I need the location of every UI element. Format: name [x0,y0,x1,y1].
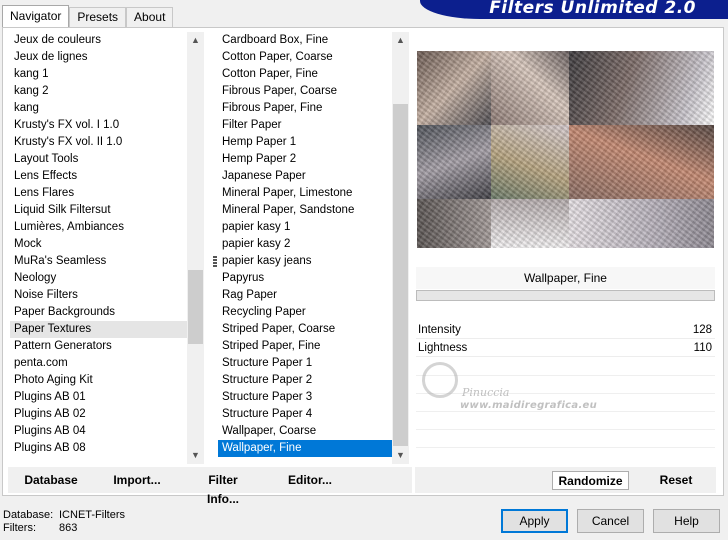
intensity-slider[interactable]: Intensity 128 [416,321,715,339]
list-item[interactable]: Fibrous Paper, Fine [218,100,392,117]
list-item[interactable]: Jeux de lignes [10,49,188,66]
list-item[interactable]: Hemp Paper 2 [218,151,392,168]
navigator-button-bar: Database Import... Filter Info... Editor… [8,467,412,506]
list-item[interactable]: papier kasy 2 [218,236,392,253]
app-banner: Filters Unlimited 2.0 [420,0,728,19]
list-item[interactable]: penta.com [10,355,188,372]
tab-bar: Navigator Presets About [2,5,174,27]
scroll-thumb[interactable] [393,104,408,446]
watermark-logo-icon [422,362,458,398]
list-item[interactable]: kang [10,100,188,117]
database-info: Database: ICNET-Filters Filters: 863 [3,509,125,535]
list-item[interactable]: Japanese Paper [218,168,392,185]
tab-presets[interactable]: Presets [69,7,127,27]
list-item[interactable]: Lumières, Ambiances [10,219,188,236]
list-item[interactable]: Liquid Silk Filtersut [10,202,188,219]
list-item[interactable]: Hemp Paper 1 [218,134,392,151]
list-item[interactable]: Jeux de couleurs [10,32,188,49]
list-item[interactable]: Structure Paper 1 [218,355,392,372]
list-item[interactable]: Structure Paper 3 [218,389,392,406]
list-item[interactable]: Fibrous Paper, Coarse [218,83,392,100]
list-item[interactable]: Krusty's FX vol. II 1.0 [10,134,188,151]
database-value: ICNET-Filters [59,509,125,521]
editor-button[interactable]: Editor... [288,471,332,490]
scroll-up-icon[interactable]: ▲ [187,32,204,49]
scroll-up-icon[interactable]: ▲ [392,32,409,49]
scroll-down-icon[interactable]: ▼ [187,447,204,464]
app-title: Filters Unlimited 2.0 [489,0,696,18]
reset-button[interactable]: Reset [651,471,701,490]
tab-navigator[interactable]: Navigator [2,5,70,27]
list-item[interactable]: papier kasy jeans [218,253,392,270]
list-item[interactable]: Plugins AB 08 [10,440,188,457]
list-item[interactable]: Papyrus [218,270,392,287]
cancel-button[interactable]: Cancel [577,509,644,533]
lightness-slider[interactable]: Lightness 110 [416,339,715,357]
list-item[interactable]: Cardboard Box, Fine [218,32,392,49]
list-item[interactable]: Plugins AB 01 [10,389,188,406]
list-item[interactable]: Neology [10,270,188,287]
list-item[interactable]: papier kasy 1 [218,219,392,236]
list-item[interactable]: Striped Paper, Fine [218,338,392,355]
database-label: Database: [3,509,54,521]
watermark-url: www.maidiregrafica.eu [460,400,598,411]
list-item[interactable]: kang 2 [10,83,188,100]
progress-bar [416,290,715,301]
list-item[interactable]: Recycling Paper [218,304,392,321]
list-item[interactable]: Rag Paper [218,287,392,304]
scroll-thumb[interactable] [188,270,203,344]
parameter-sliders: Intensity 128 Lightness 110 [416,321,715,357]
list-item[interactable]: Plugins AB 02 [10,406,188,423]
list-item[interactable]: Wallpaper, Coarse [218,423,392,440]
slider-label: Lightness [418,342,468,354]
slider-value: 110 [693,342,712,354]
list-item[interactable]: Photo Aging Kit [10,372,188,389]
import-button[interactable]: Import... [112,471,162,490]
list-item[interactable]: Structure Paper 4 [218,406,392,423]
watermark-name: Pinuccia [462,386,510,399]
filters-count-label: Filters: [3,522,36,534]
filters-count-value: 863 [59,522,78,534]
list-item[interactable]: Mineral Paper, Sandstone [218,202,392,219]
category-list[interactable]: Jeux de couleurs Jeux de lignes kang 1 kang… [10,32,188,464]
list-item[interactable]: Wallpaper, Fine [218,440,392,457]
filter-info-button[interactable]: Filter Info... [191,471,255,506]
help-button[interactable]: Help [653,509,720,533]
list-item[interactable]: Pattern Generators [10,338,188,355]
list-item[interactable]: Paper Backgrounds [10,304,188,321]
list-item[interactable]: Mock [10,236,188,253]
list-item[interactable]: Filter Paper [218,117,392,134]
filter-preview-image [417,51,714,248]
list-item[interactable]: Structure Paper 2 [218,372,392,389]
filter-scrollbar[interactable]: ▲ ▼ [392,32,409,464]
list-item[interactable]: MuRa's Seamless [10,253,188,270]
list-item[interactable]: Layout Tools [10,151,188,168]
slider-value: 128 [692,324,712,336]
list-item[interactable]: Mineral Paper, Limestone [218,185,392,202]
parameter-button-bar: Randomize Reset [415,467,716,493]
list-item[interactable]: Striped Paper, Coarse [218,321,392,338]
list-item[interactable]: kang 1 [10,66,188,83]
list-item[interactable]: Cotton Paper, Coarse [218,49,392,66]
apply-button[interactable]: Apply [501,509,568,533]
list-item[interactable]: Cotton Paper, Fine [218,66,392,83]
list-item[interactable]: Noise Filters [10,287,188,304]
scroll-down-icon[interactable]: ▼ [392,447,409,464]
category-scrollbar[interactable]: ▲ ▼ [187,32,204,464]
slider-label: Intensity [418,324,461,336]
splitter-grip-icon[interactable] [213,256,217,267]
tab-about[interactable]: About [126,7,174,27]
list-item[interactable]: Lens Effects [10,168,188,185]
database-button[interactable]: Database [22,471,80,490]
list-item[interactable]: Plugins AB 04 [10,423,188,440]
selected-filter-title: Wallpaper, Fine [416,267,715,289]
list-item[interactable]: Lens Flares [10,185,188,202]
list-item[interactable]: Paper Textures [10,321,188,338]
randomize-button[interactable]: Randomize [552,471,629,490]
filter-list[interactable]: Cardboard Box, Fine Cotton Paper, Coarse C… [218,32,392,464]
list-item[interactable]: Krusty's FX vol. I 1.0 [10,117,188,134]
